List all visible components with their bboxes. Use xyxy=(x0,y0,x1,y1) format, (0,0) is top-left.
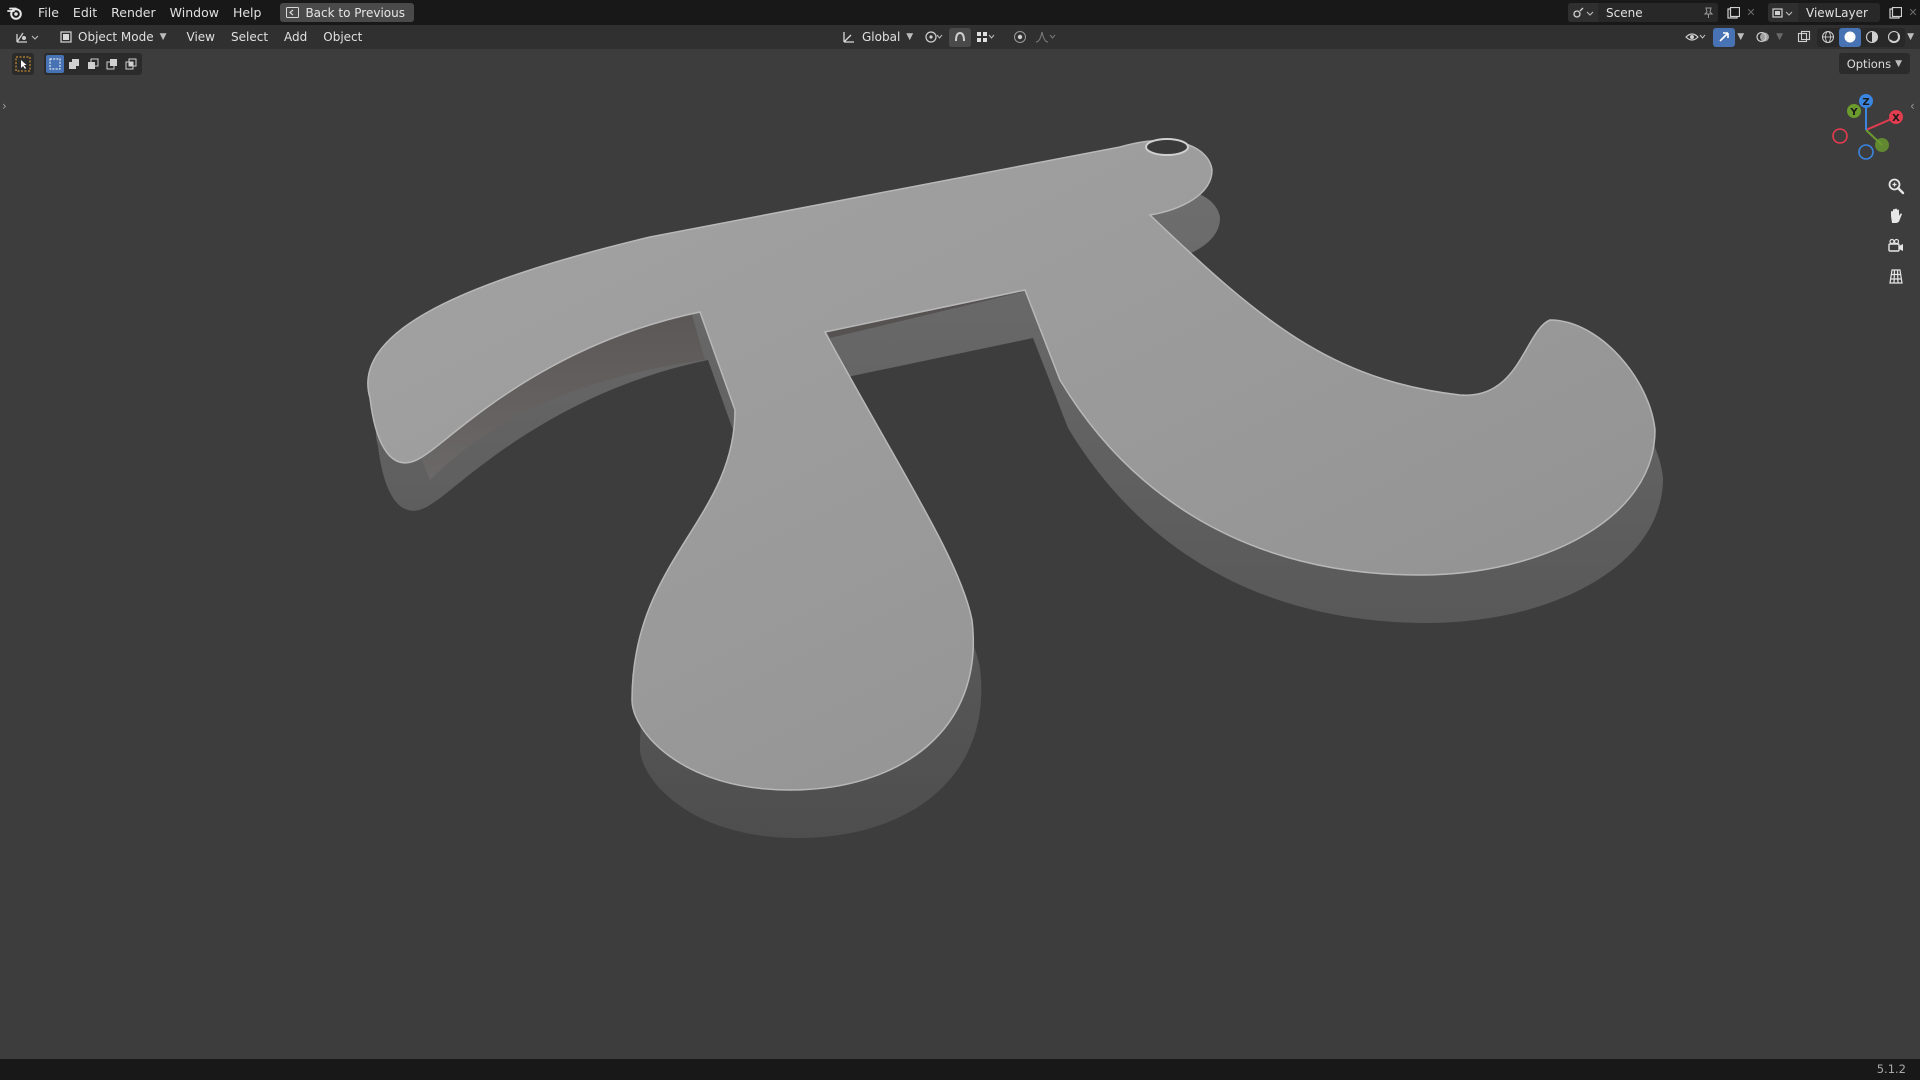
chevron-down-icon: ▼ xyxy=(906,32,914,42)
rendered-shading-icon[interactable] xyxy=(1883,28,1905,47)
mode-label: Object Mode xyxy=(78,30,154,44)
scene-icon[interactable] xyxy=(1568,3,1598,22)
editor-type-icon[interactable] xyxy=(12,27,44,47)
viewlayer-close-icon[interactable]: ✕ xyxy=(1906,6,1920,19)
orientation-selector[interactable]: Global ▼ xyxy=(836,28,919,47)
select-extend-icon[interactable] xyxy=(65,55,83,73)
object-mode-icon xyxy=(60,31,72,43)
back-screen-icon xyxy=(286,7,300,18)
3d-viewport[interactable]: › ‹ xyxy=(0,49,1920,1059)
blender-logo-icon[interactable] xyxy=(5,3,25,23)
visibility-icon[interactable] xyxy=(1685,28,1707,47)
selection-mode-group xyxy=(44,53,142,75)
snap-target-icon[interactable] xyxy=(975,28,997,47)
tool-settings-row xyxy=(12,53,142,75)
overlays-icon[interactable] xyxy=(1752,28,1774,47)
menu-edit[interactable]: Edit xyxy=(66,0,104,25)
camera-icon[interactable] xyxy=(1882,232,1910,260)
back-to-previous-label: Back to Previous xyxy=(305,5,405,20)
sidebar-expand-icon[interactable]: ‹ xyxy=(1910,99,1915,113)
new-scene-icon[interactable] xyxy=(1722,3,1744,22)
menu-window[interactable]: Window xyxy=(163,0,226,25)
back-to-previous-button[interactable]: Back to Previous xyxy=(280,3,414,22)
new-viewlayer-icon[interactable] xyxy=(1884,3,1906,22)
toolbar-expand-icon[interactable]: › xyxy=(2,99,7,113)
select-tool-icon[interactable] xyxy=(12,53,34,75)
gizmo-z-label: Z xyxy=(1862,97,1869,108)
pin-icon[interactable] xyxy=(1698,7,1718,19)
ortho-grid-icon[interactable] xyxy=(1882,262,1910,290)
keyring-hole xyxy=(1145,138,1189,156)
orientation-icon xyxy=(843,32,854,43)
menu-select[interactable]: Select xyxy=(223,30,276,44)
status-bar: 5.1.2 xyxy=(0,1059,1920,1080)
menu-add[interactable]: Add xyxy=(276,30,315,44)
gizmo-neg-x-icon[interactable] xyxy=(1832,128,1848,144)
viewlayer-name[interactable]: ViewLayer xyxy=(1798,6,1880,20)
pi-keychain-model[interactable] xyxy=(0,49,1920,1059)
snap-toggle-icon[interactable] xyxy=(949,27,972,47)
xray-toggle-icon[interactable] xyxy=(1793,28,1815,47)
wireframe-shading-icon[interactable] xyxy=(1817,28,1839,47)
select-subtract-icon[interactable] xyxy=(84,55,102,73)
gizmo-y-label: Y xyxy=(1849,107,1858,118)
hand-icon[interactable] xyxy=(1882,202,1910,230)
mode-selector[interactable]: Object Mode ▼ xyxy=(54,28,173,47)
chevron-down-icon[interactable]: ▼ xyxy=(1776,32,1783,42)
menu-object[interactable]: Object xyxy=(315,30,370,44)
select-invert-icon[interactable] xyxy=(103,55,121,73)
menu-view[interactable]: View xyxy=(179,30,223,44)
viewlayer-selector[interactable]: ViewLayer xyxy=(1768,3,1880,22)
viewport-display-controls: ▼ ▼ ▼ xyxy=(1685,27,1914,47)
menu-help[interactable]: Help xyxy=(226,0,269,25)
gizmo-x-label: X xyxy=(1892,113,1900,124)
orientation-label: Global xyxy=(862,30,901,44)
menu-render[interactable]: Render xyxy=(104,0,163,25)
zoom-icon[interactable] xyxy=(1882,172,1910,200)
model-top-face xyxy=(367,139,1656,791)
select-intersect-icon[interactable] xyxy=(122,55,140,73)
falloff-icon[interactable] xyxy=(1035,28,1057,47)
solid-shading-icon[interactable] xyxy=(1839,27,1862,47)
navigation-gizmo[interactable]: X Y Z xyxy=(1826,90,1906,170)
viewlayer-icon[interactable] xyxy=(1768,3,1798,22)
material-shading-icon[interactable] xyxy=(1861,28,1883,47)
options-label: Options xyxy=(1846,56,1892,71)
menu-file[interactable]: File xyxy=(31,0,66,25)
gizmo-neg-y-icon[interactable] xyxy=(1875,138,1889,152)
viewport-header: Object Mode ▼ View Select Add Object Glo… xyxy=(0,25,1920,49)
select-new-icon[interactable] xyxy=(46,55,64,73)
options-dropdown[interactable]: Options ▼ xyxy=(1838,53,1910,74)
chevron-down-icon[interactable]: ▼ xyxy=(1737,32,1744,42)
scene-selector[interactable]: Scene xyxy=(1568,3,1718,22)
pivot-point-icon[interactable] xyxy=(923,28,945,47)
proportional-edit-icon[interactable] xyxy=(1009,28,1031,47)
gizmo-toggle-icon[interactable] xyxy=(1713,27,1736,47)
chevron-down-icon: ▼ xyxy=(1895,58,1902,69)
version-label: 5.1.2 xyxy=(1876,1062,1906,1076)
transform-controls: Global ▼ xyxy=(836,27,1057,47)
shading-mode-group xyxy=(1817,27,1906,47)
chevron-down-icon: ▼ xyxy=(159,32,167,42)
chevron-down-icon[interactable]: ▼ xyxy=(1907,32,1914,42)
top-menu-bar: File Edit Render Window Help Back to Pre… xyxy=(0,0,1920,25)
gizmo-neg-z-icon[interactable] xyxy=(1858,144,1874,160)
scene-close-icon[interactable]: ✕ xyxy=(1744,6,1758,19)
scene-name[interactable]: Scene xyxy=(1598,6,1698,20)
